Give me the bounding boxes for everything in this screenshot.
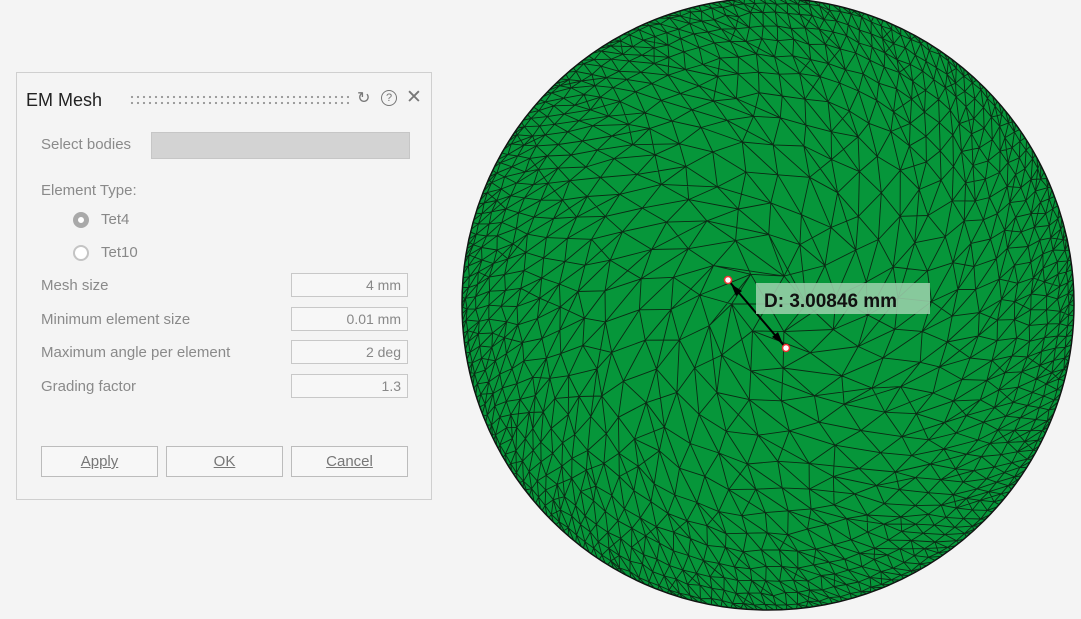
measure-point[interactable] xyxy=(723,275,733,285)
measurement-label: D: 3.00846 mm xyxy=(764,291,897,312)
measure-point[interactable] xyxy=(781,343,791,353)
mesh-viewport[interactable]: D: 3.00846 mm xyxy=(0,0,1081,619)
